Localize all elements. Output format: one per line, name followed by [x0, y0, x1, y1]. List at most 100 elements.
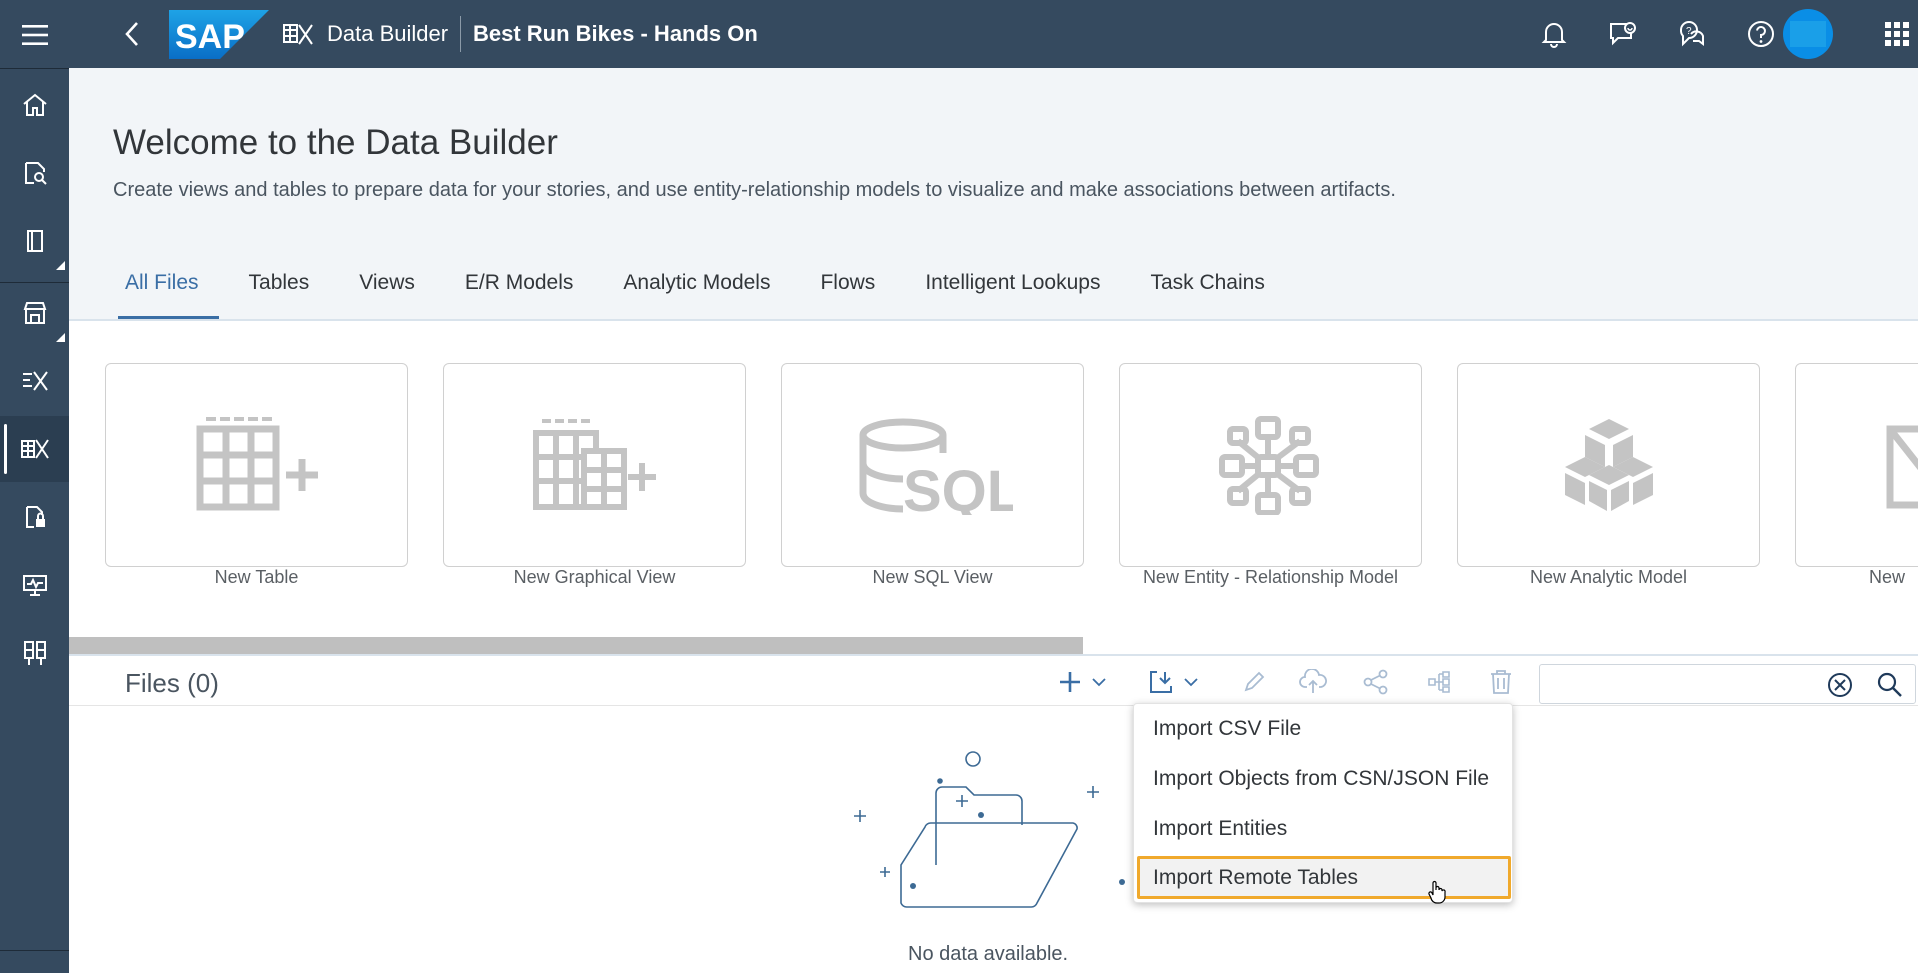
- space-management-icon: [23, 641, 46, 665]
- space-title: Best Run Bikes - Hands On: [473, 21, 758, 46]
- svg-text:?: ?: [1686, 26, 1692, 37]
- new-analytic-model-label: New Analytic Model: [1529, 567, 1688, 587]
- tab-task-chains[interactable]: Task Chains: [1125, 268, 1289, 319]
- tab-er-models[interactable]: E/R Models: [440, 268, 599, 319]
- new-flow-icon: [1886, 425, 1918, 509]
- clear-search-icon[interactable]: [1827, 672, 1853, 698]
- title-separator: [460, 16, 461, 52]
- files-toolbar: Files (0): [69, 654, 1918, 706]
- menu-item-import-entities[interactable]: Import Entities: [1134, 804, 1514, 854]
- search-field[interactable]: [1539, 664, 1916, 704]
- new-button[interactable]: [1052, 665, 1112, 699]
- tiles-scrollbar-thumb[interactable]: [69, 637, 1083, 654]
- file-type-tabs: All Files Tables Views E/R Models Analyt…: [113, 268, 1290, 319]
- menu-item-import-remote-tables[interactable]: Import Remote Tables: [1137, 856, 1511, 899]
- user-avatar[interactable]: [1783, 9, 1833, 59]
- notifications-button[interactable]: [1534, 14, 1574, 54]
- files-title: Files (0): [125, 668, 219, 698]
- search-icon[interactable]: [1877, 672, 1903, 698]
- import-icon: [1150, 671, 1172, 693]
- share-icon: [1363, 669, 1388, 695]
- data-marketplace-icon: [23, 302, 46, 324]
- new-table-label: New Table: [214, 567, 299, 587]
- empty-state-text: No data available.: [908, 943, 1069, 965]
- nav-data-access-controls[interactable]: [0, 484, 69, 550]
- nav-repository-explorer[interactable]: [0, 140, 69, 206]
- new-table-icon: [196, 417, 318, 511]
- svg-text:SQL: SQL: [903, 459, 1013, 515]
- new-er-model-label: New Entity - Relationship Model: [1142, 567, 1399, 587]
- new-graphical-view-tile[interactable]: [443, 363, 746, 567]
- search-input[interactable]: [1548, 671, 1818, 697]
- new-sql-view-label: New SQL View: [872, 567, 993, 587]
- new-er-model-tile[interactable]: [1119, 363, 1422, 567]
- repository-explorer-icon: [24, 162, 47, 185]
- cloud-upload-icon: [1299, 669, 1327, 693]
- grid-icon: [1885, 22, 1909, 46]
- data-access-control-icon: [25, 506, 45, 528]
- menu-button[interactable]: [0, 2, 69, 68]
- data-builder-breadcrumb-icon: [283, 24, 313, 45]
- tab-flows[interactable]: Flows: [795, 268, 900, 319]
- impact-lineage-button[interactable]: [1422, 665, 1456, 699]
- nav-catalog[interactable]: [0, 208, 69, 274]
- pencil-icon: [1244, 671, 1265, 692]
- page-subtitle: Create views and tables to prepare data …: [113, 179, 1396, 201]
- new-flow-tile[interactable]: [1795, 363, 1918, 567]
- menu-icon: [21, 25, 48, 45]
- app-title[interactable]: Data Builder: [327, 0, 448, 68]
- menu-item-import-csn-json[interactable]: Import Objects from CSN/JSON File: [1134, 754, 1514, 804]
- shell-bar: SAP Data Builder Best Run Bikes - Hands …: [69, 0, 1918, 68]
- hand-cursor-icon: [1428, 880, 1446, 904]
- nav-space-management[interactable]: [0, 620, 69, 686]
- business-builder-icon: [22, 371, 48, 391]
- feedback-icon: [1610, 22, 1636, 46]
- import-button[interactable]: [1143, 665, 1203, 699]
- lineage-icon: [1428, 671, 1450, 693]
- feedback-button[interactable]: [1603, 14, 1643, 54]
- help-icon: [1748, 21, 1774, 47]
- analytic-model-icon: [1564, 419, 1653, 511]
- delete-button[interactable]: [1484, 665, 1518, 699]
- tab-analytic-models[interactable]: Analytic Models: [598, 268, 795, 319]
- import-menu: Import CSV File Import Objects from CSN/…: [1133, 703, 1513, 903]
- tab-tables[interactable]: Tables: [224, 268, 335, 319]
- new-analytic-model-tile[interactable]: [1457, 363, 1760, 567]
- trash-icon: [1491, 670, 1511, 694]
- edit-button[interactable]: [1237, 665, 1271, 699]
- help-button[interactable]: [1741, 14, 1781, 54]
- new-table-tile[interactable]: [105, 363, 408, 567]
- menu-item-import-csv[interactable]: Import CSV File: [1134, 704, 1514, 754]
- side-navigation: [0, 0, 69, 973]
- data-integration-monitor-icon: [22, 575, 47, 596]
- deploy-button[interactable]: [1296, 665, 1330, 699]
- data-builder-icon: [20, 439, 49, 459]
- bell-icon: [1541, 23, 1567, 48]
- new-graphical-view-icon: [532, 419, 656, 510]
- catalog-icon: [26, 230, 43, 252]
- product-switch-button[interactable]: [1877, 14, 1917, 54]
- chevron-down-icon: [1184, 678, 1198, 687]
- support-icon: ?: [1679, 21, 1704, 47]
- tab-intelligent-lookups[interactable]: Intelligent Lookups: [900, 268, 1125, 319]
- nav-business-builder[interactable]: [0, 348, 69, 414]
- empty-folder-illustration: [854, 751, 1125, 908]
- nav-home[interactable]: [0, 72, 69, 138]
- home-icon: [22, 93, 47, 116]
- share-button[interactable]: [1359, 665, 1393, 699]
- page-title: Welcome to the Data Builder: [113, 123, 558, 162]
- chevron-down-icon: [1092, 678, 1106, 687]
- tab-all-files[interactable]: All Files: [113, 268, 224, 319]
- nav-data-integration-monitor[interactable]: [0, 552, 69, 618]
- chevron-left-icon: [125, 22, 138, 46]
- back-button[interactable]: [114, 16, 150, 52]
- new-graphical-view-label: New Graphical View: [513, 567, 676, 587]
- new-sql-view-tile[interactable]: SQL: [781, 363, 1084, 567]
- nav-data-builder[interactable]: [0, 416, 69, 482]
- support-button[interactable]: ?: [1672, 14, 1712, 54]
- create-tiles: SQL New Table New Graphical View New SQL…: [69, 321, 1918, 654]
- sap-logo[interactable]: SAP: [169, 10, 269, 59]
- new-flow-label: New: [1869, 567, 1906, 587]
- nav-data-marketplace[interactable]: [0, 280, 69, 346]
- tab-views[interactable]: Views: [334, 268, 440, 319]
